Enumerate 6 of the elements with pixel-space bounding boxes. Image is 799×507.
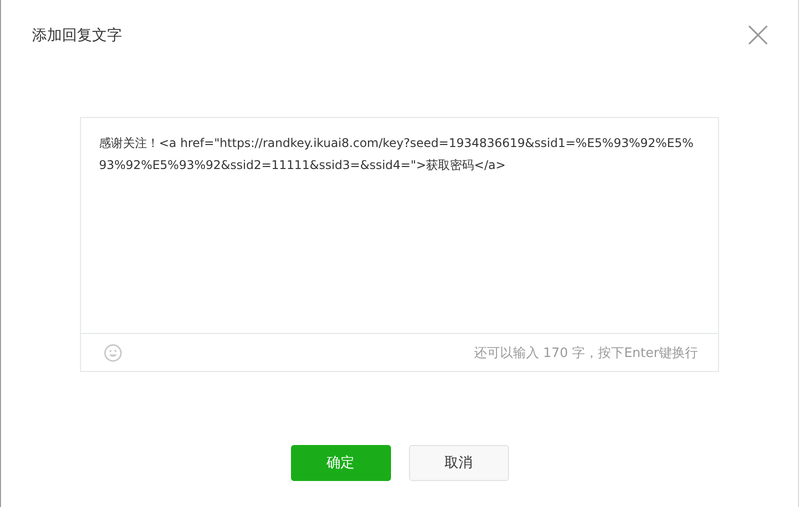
cancel-button[interactable]: 取消 [408,445,508,481]
close-button[interactable] [748,25,768,45]
text-editor[interactable]: 感谢关注！<a href="https://randkey.ikuai8.com/key?seed=1934836619&ssid1=%E5%93%92%E5%93%92%E5%93%92&ssid2=11111&ssid3=&ssid4=">获取密码</a> 还可以输入 170 字，按下Enter键换行 [80,117,719,372]
dialog-title: 添加回复文字 [32,26,122,44]
character-counter: 还可以输入 170 字，按下Enter键换行 [474,344,698,362]
emoji-icon[interactable] [104,344,122,362]
